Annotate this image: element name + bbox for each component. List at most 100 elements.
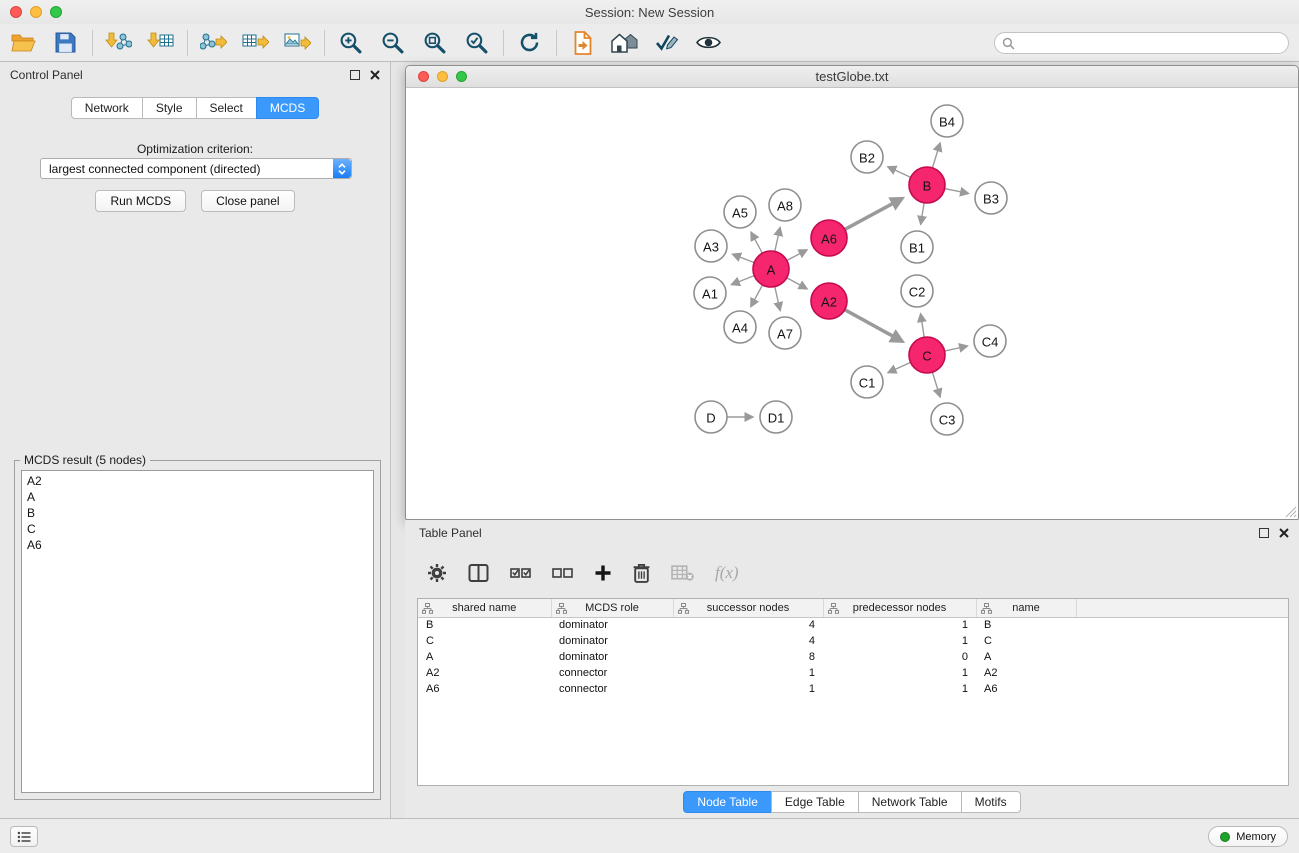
node-A4[interactable]: A4: [724, 311, 756, 343]
edge-A-A7[interactable]: [775, 287, 780, 311]
create-new-column-button[interactable]: [594, 564, 612, 582]
zoom-out-button[interactable]: [375, 28, 409, 58]
control-panel-tab-style[interactable]: Style: [142, 97, 197, 119]
node-A2[interactable]: A2: [811, 283, 847, 319]
mcds-result-list[interactable]: A2ABCA6: [21, 470, 374, 793]
zoom-selected-region-button[interactable]: [459, 28, 493, 58]
mcds-result-item[interactable]: B: [27, 505, 368, 521]
node-A[interactable]: A: [753, 251, 789, 287]
network-canvas[interactable]: B4 B2 B B3 A5 A8 A6 B1 A3 A C2 A1 A2: [406, 88, 1298, 519]
table-cell[interactable]: B: [418, 617, 551, 633]
apply-style-button[interactable]: [649, 28, 683, 58]
save-session-button[interactable]: [48, 28, 82, 58]
table-panel-tab-network-table[interactable]: Network Table: [858, 791, 962, 813]
table-row[interactable]: Cdominator41C: [418, 633, 1288, 649]
import-table-from-file-button[interactable]: [143, 28, 177, 58]
show-graphics-details-button[interactable]: [691, 28, 725, 58]
table-cell[interactable]: 1: [823, 665, 976, 681]
node-A3[interactable]: A3: [695, 230, 727, 262]
node-C4[interactable]: C4: [974, 325, 1006, 357]
table-panel-tab-node-table[interactable]: Node Table: [683, 791, 772, 813]
delete-table-button[interactable]: [671, 565, 694, 582]
edge-C-C2[interactable]: [921, 314, 925, 338]
table-cell[interactable]: A6: [976, 681, 1076, 697]
search-input[interactable]: [994, 32, 1289, 54]
column-header-name[interactable]: name: [976, 599, 1076, 617]
edge-A-A3[interactable]: [733, 254, 755, 262]
table-cell[interactable]: dominator: [551, 617, 673, 633]
zoom-in-button[interactable]: [333, 28, 367, 58]
node-D[interactable]: D: [695, 401, 727, 433]
mcds-result-item[interactable]: A6: [27, 537, 368, 553]
select-all-columns-button[interactable]: [510, 565, 531, 582]
column-header-shared-name[interactable]: shared name: [418, 599, 551, 617]
export-table-button[interactable]: [238, 28, 272, 58]
column-header-successor-nodes[interactable]: successor nodes: [673, 599, 823, 617]
edge-A2-C[interactable]: [845, 310, 903, 342]
table-cell[interactable]: A: [418, 649, 551, 665]
node-A5[interactable]: A5: [724, 196, 756, 228]
column-header-mcds-role[interactable]: MCDS role: [551, 599, 673, 617]
optimization-dropdown[interactable]: largest connected component (directed): [40, 158, 352, 179]
run-mcds-button[interactable]: Run MCDS: [95, 190, 186, 212]
table-cell[interactable]: A2: [976, 665, 1076, 681]
table-cell[interactable]: connector: [551, 665, 673, 681]
export-image-button[interactable]: [280, 28, 314, 58]
node-A6[interactable]: A6: [811, 220, 847, 256]
table-cell[interactable]: 0: [823, 649, 976, 665]
unselect-all-columns-button[interactable]: [552, 565, 573, 582]
node-C2[interactable]: C2: [901, 275, 933, 307]
table-cell[interactable]: 8: [673, 649, 823, 665]
edge-A-A6[interactable]: [787, 250, 807, 261]
table-cell[interactable]: 1: [673, 681, 823, 697]
table-cell[interactable]: A6: [418, 681, 551, 697]
table-cell[interactable]: 1: [823, 617, 976, 633]
node-C[interactable]: C: [909, 337, 945, 373]
apply-layout-button[interactable]: [512, 28, 546, 58]
edge-B-B2[interactable]: [888, 167, 911, 178]
control-panel-tab-mcds[interactable]: MCDS: [256, 97, 319, 119]
table-cell[interactable]: 1: [823, 681, 976, 697]
table-cell[interactable]: 4: [673, 633, 823, 649]
node-B1[interactable]: B1: [901, 231, 933, 263]
edge-A-A4[interactable]: [751, 285, 763, 307]
table-cell[interactable]: A2: [418, 665, 551, 681]
edge-C-C4[interactable]: [945, 346, 968, 351]
memory-button[interactable]: Memory: [1208, 826, 1288, 847]
node-C1[interactable]: C1: [851, 366, 883, 398]
close-panel-button[interactable]: Close panel: [201, 190, 294, 212]
split-columns-button[interactable]: [468, 564, 489, 582]
edge-B-B3[interactable]: [945, 189, 969, 194]
table-cell[interactable]: 1: [673, 665, 823, 681]
edge-A6-B[interactable]: [845, 198, 903, 229]
edge-A-A8[interactable]: [775, 228, 780, 252]
table-cell[interactable]: C: [976, 633, 1076, 649]
table-row[interactable]: Adominator80A: [418, 649, 1288, 665]
network-graph[interactable]: B4 B2 B B3 A5 A8 A6 B1 A3 A C2 A1 A2: [406, 88, 1298, 519]
table-panel-tab-edge-table[interactable]: Edge Table: [771, 791, 859, 813]
table-cell[interactable]: 1: [823, 633, 976, 649]
table-cell[interactable]: 4: [673, 617, 823, 633]
node-A7[interactable]: A7: [769, 317, 801, 349]
node-B4[interactable]: B4: [931, 105, 963, 137]
close-panel-icon[interactable]: [370, 70, 380, 80]
mcds-result-item[interactable]: C: [27, 521, 368, 537]
mcds-result-item[interactable]: A2: [27, 473, 368, 489]
table-cell[interactable]: B: [976, 617, 1076, 633]
edge-B-B1[interactable]: [921, 203, 924, 225]
resize-grip-icon[interactable]: [1284, 505, 1297, 518]
column-header-predecessor-nodes[interactable]: predecessor nodes: [823, 599, 976, 617]
node-B3[interactable]: B3: [975, 182, 1007, 214]
node-B2[interactable]: B2: [851, 141, 883, 173]
edge-A-A2[interactable]: [787, 278, 807, 289]
node-D1[interactable]: D1: [760, 401, 792, 433]
new-network-button[interactable]: [565, 28, 599, 58]
zoom-fit-content-button[interactable]: [417, 28, 451, 58]
float-panel-icon[interactable]: [1259, 528, 1269, 538]
table-row[interactable]: A2connector11A2: [418, 665, 1288, 681]
table-row[interactable]: Bdominator41B: [418, 617, 1288, 633]
node-A1[interactable]: A1: [694, 277, 726, 309]
open-session-button[interactable]: [6, 28, 40, 58]
table-row[interactable]: A6connector11A6: [418, 681, 1288, 697]
edge-A-A5[interactable]: [751, 232, 762, 253]
